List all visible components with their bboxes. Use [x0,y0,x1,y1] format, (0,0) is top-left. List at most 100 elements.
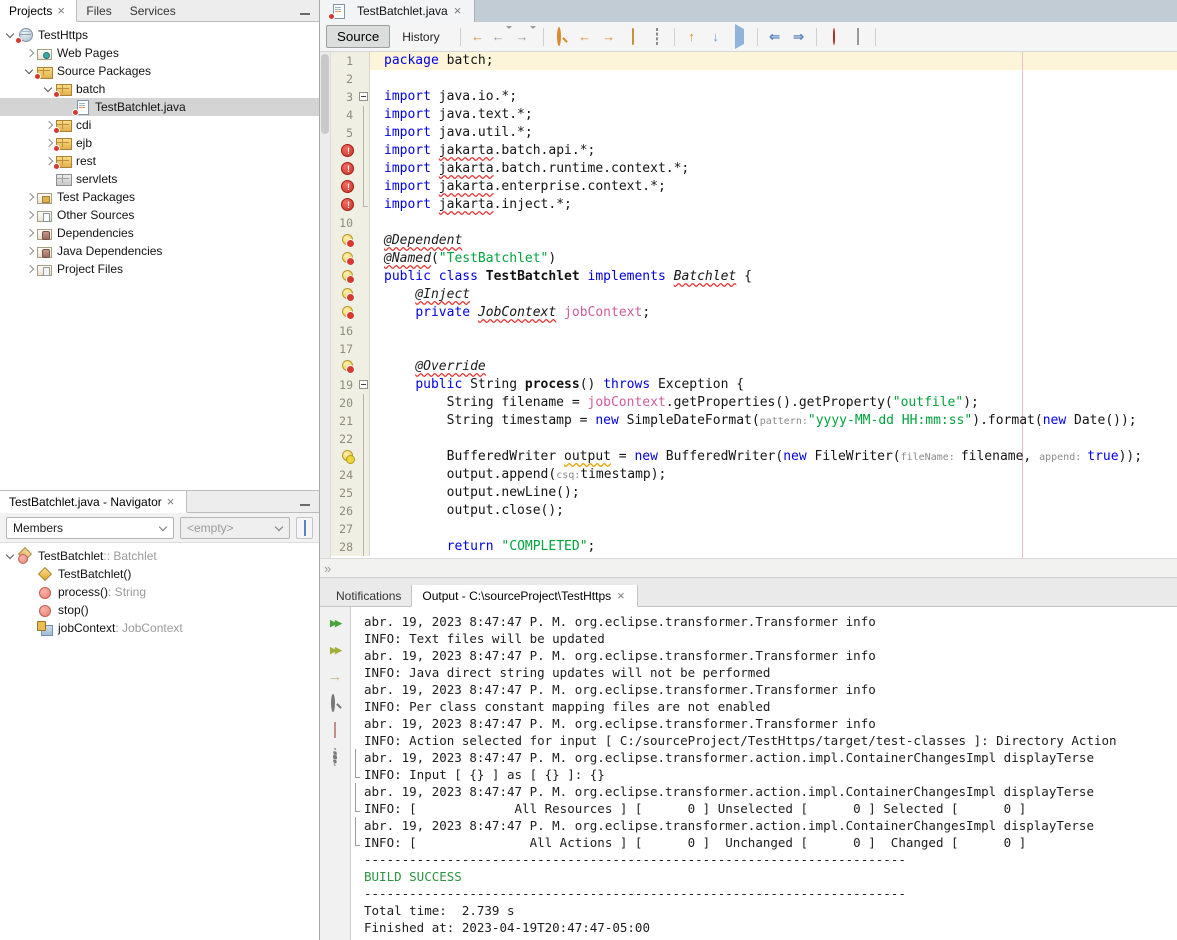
find-next-button[interactable] [598,26,620,48]
code-line[interactable]: @Override [331,358,1177,376]
tree-item-rest[interactable]: rest [0,152,319,170]
line-number-gutter[interactable]: 5 [331,124,357,142]
tree-item-testbatchlet-java[interactable]: TestBatchlet.java [0,98,319,116]
members-filter-combobox[interactable]: Members [6,517,174,539]
back-button[interactable] [491,26,513,48]
line-number-gutter[interactable] [331,178,357,196]
bulb-error-icon[interactable] [341,360,354,373]
minimize-icon[interactable] [299,0,311,22]
history-view-button[interactable]: History [392,27,449,47]
line-number-gutter[interactable]: 20 [331,394,357,412]
forward-button[interactable] [515,26,537,48]
close-icon[interactable] [617,590,627,602]
tree-item-source-packages[interactable]: Source Packages [0,62,319,80]
expander-closed-icon[interactable] [23,224,36,242]
start-macro-recording-button[interactable] [823,26,845,48]
last-edit-location-button[interactable] [467,26,489,48]
fold-collapse-icon[interactable] [359,380,368,389]
tree-item-testbatchlet[interactable]: TestBatchlet() [0,565,319,583]
error-icon[interactable] [341,180,354,193]
tree-item-stop[interactable]: stop() [0,601,319,619]
line-number-gutter[interactable]: 3 [331,88,357,106]
tree-item-testbatchlet[interactable]: TestBatchlet :: Batchlet [0,547,319,565]
output-console[interactable]: abr. 19, 2023 8:47:47 P. M. org.eclipse.… [352,607,1177,940]
tree-item-web-pages[interactable]: Web Pages [0,44,319,62]
chevron-double-right-icon[interactable] [324,561,333,576]
code-line[interactable]: BufferedWriter output = new BufferedWrit… [331,448,1177,466]
code-line[interactable]: 1package batch; [331,52,1177,70]
tab-projects[interactable]: Projects [0,0,77,22]
line-number-gutter[interactable] [331,448,357,466]
code-line[interactable]: 2 [331,70,1177,88]
tab-notifications[interactable]: Notifications [326,585,411,606]
tree-item-other-sources[interactable]: Other Sources [0,206,319,224]
code-line[interactable]: import jakarta.batch.api.*; [331,142,1177,160]
tab-files[interactable]: Files [77,0,120,21]
code-line[interactable]: 21 String timestamp = new SimpleDateForm… [331,412,1177,430]
source-view-button[interactable]: Source [326,25,390,48]
code-line[interactable]: 3import java.io.*; [331,88,1177,106]
expander-closed-icon[interactable] [23,188,36,206]
tree-item-ejb[interactable]: ejb [0,134,319,152]
toggle-bookmark-button[interactable] [729,26,751,48]
inherited-members-button[interactable] [296,517,313,539]
line-number-gutter[interactable] [331,232,357,250]
tab-services[interactable]: Services [121,0,185,21]
line-number-gutter[interactable]: 2 [331,70,357,88]
line-number-gutter[interactable]: 21 [331,412,357,430]
stop-button[interactable] [325,720,345,740]
code-line[interactable]: 22 [331,430,1177,448]
code-line[interactable]: @Named("TestBatchlet") [331,250,1177,268]
error-icon[interactable] [341,198,354,211]
options-button[interactable] [325,747,345,767]
code-line[interactable]: 27 [331,520,1177,538]
line-number-gutter[interactable] [331,250,357,268]
line-number-gutter[interactable]: 22 [331,430,357,448]
shift-left-button[interactable] [764,26,786,48]
line-number-gutter[interactable]: 28 [331,538,357,556]
expander-closed-icon[interactable] [23,242,36,260]
comment-button[interactable] [882,26,904,48]
bulb-warn-icon[interactable] [341,450,354,463]
line-number-gutter[interactable] [331,268,357,286]
tree-item-dependencies[interactable]: Dependencies [0,224,319,242]
code-line[interactable]: public class TestBatchlet implements Bat… [331,268,1177,286]
close-icon[interactable] [454,5,464,17]
line-number-gutter[interactable]: 1 [331,52,357,70]
minimize-icon[interactable] [299,491,311,513]
line-number-gutter[interactable]: 27 [331,520,357,538]
tree-item-cdi[interactable]: cdi [0,116,319,134]
search-button[interactable] [325,693,345,713]
tree-item-project-files[interactable]: Project Files [0,260,319,278]
code-line[interactable]: 25 output.newLine(); [331,484,1177,502]
code-line[interactable]: import jakarta.batch.runtime.context.*; [331,160,1177,178]
error-icon[interactable] [341,144,354,157]
find-previous-button[interactable] [574,26,596,48]
line-number-gutter[interactable]: 4 [331,106,357,124]
previous-bookmark-button[interactable] [681,26,703,48]
code-line[interactable]: 19 public String process() throws Except… [331,376,1177,394]
line-number-gutter[interactable]: 10 [331,214,357,232]
line-number-gutter[interactable]: 19 [331,376,357,394]
code-line[interactable]: import jakarta.enterprise.context.*; [331,178,1177,196]
code-line[interactable]: 26 output.close(); [331,502,1177,520]
code-line[interactable]: 28 return "COMPLETED"; [331,538,1177,556]
editor-scrollbar[interactable] [320,52,331,558]
line-number-gutter[interactable]: 24 [331,466,357,484]
tree-item-java-dependencies[interactable]: Java Dependencies [0,242,319,260]
tree-item-process[interactable]: process() : String [0,583,319,601]
find-button[interactable] [550,26,572,48]
tree-item-testhttps[interactable]: TestHttps [0,26,319,44]
tab-navigator[interactable]: TestBatchlet.java - Navigator [0,491,187,513]
tree-item-batch[interactable]: batch [0,80,319,98]
code-line[interactable]: 4import java.text.*; [331,106,1177,124]
code-line[interactable]: 20 String filename = jobContext.getPrope… [331,394,1177,412]
code-line[interactable]: 24 output.append(csq:timestamp); [331,466,1177,484]
rerun-with-different-parameters-button[interactable] [325,639,345,659]
line-number-gutter[interactable]: 16 [331,322,357,340]
bulb-error-icon[interactable] [341,252,354,265]
shift-right-button[interactable] [788,26,810,48]
code-line[interactable]: private JobContext jobContext; [331,304,1177,322]
horizontal-splitter[interactable] [320,577,1177,585]
code-editor[interactable]: 1package batch;23import java.io.*;4impor… [320,52,1177,558]
